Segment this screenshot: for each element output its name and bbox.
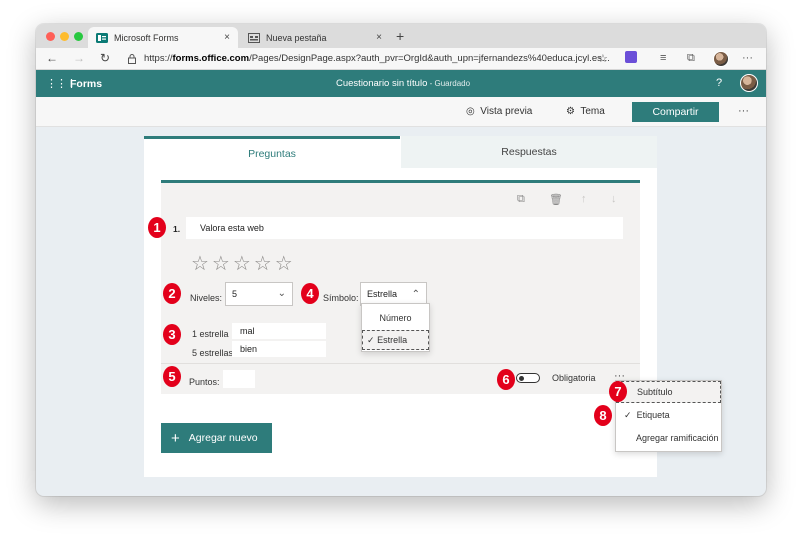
required-toggle[interactable] (516, 373, 540, 383)
rating-stars-preview: ☆☆☆☆☆ (191, 253, 296, 275)
question-options-menu: Subtítulo ✓ Etiqueta Agregar ramificació… (615, 380, 722, 452)
url-prefix: https:// (144, 53, 173, 64)
new-tab-button[interactable]: + (396, 28, 404, 44)
question-title-input[interactable]: Valora esta web (186, 217, 623, 239)
user-avatar[interactable] (740, 74, 758, 92)
annotation-badge-1: 1 (148, 217, 166, 238)
save-status: - Guardado (427, 79, 471, 88)
annotation-badge-4: 4 (301, 283, 319, 304)
copy-question-icon[interactable]: ⧉ (517, 193, 525, 206)
points-input[interactable] (223, 370, 255, 388)
chevron-up-icon: ⌃ (411, 289, 420, 300)
plus-icon: + (171, 429, 180, 447)
refresh-icon[interactable]: ↻ (100, 51, 110, 65)
menu-item-text: Etiqueta (636, 410, 670, 420)
extension-icon[interactable] (625, 51, 637, 63)
chevron-down-icon: ⌄ (277, 288, 286, 299)
symbol-option-star[interactable]: ✓ Estrella (362, 330, 429, 350)
check-icon: ✓ (624, 409, 632, 420)
browser-tab-bar: Microsoft Forms × Nueva pestaña × + (36, 24, 766, 48)
check-icon: ✓ (367, 334, 375, 345)
low-end-label: 1 estrella (192, 329, 229, 339)
levels-label: Niveles: (190, 293, 223, 303)
option-label: Estrella (377, 335, 408, 345)
toggle-knob (519, 375, 524, 381)
high-end-input[interactable]: bien (232, 341, 326, 357)
preview-button[interactable]: ◎ Vista previa (466, 106, 532, 117)
browser-profile-avatar[interactable] (713, 51, 729, 67)
share-button[interactable]: Compartir (632, 102, 719, 122)
tab-title: Microsoft Forms (114, 32, 179, 43)
points-label: Puntos: (189, 377, 220, 387)
tab-responses[interactable]: Respuestas (401, 136, 657, 168)
url-path: /Pages/DesignPage.aspx?auth_pvr=OrgId&au… (249, 53, 610, 64)
theme-label: Tema (580, 106, 605, 117)
symbol-value: Estrella (367, 289, 398, 299)
app-brand[interactable]: Forms (70, 78, 102, 90)
preview-label: Vista previa (480, 106, 533, 117)
question-card: ⧉ 🗑 ↑ ↓ 1. Valora esta web ☆☆☆☆☆ Niveles… (161, 180, 640, 394)
more-options-icon[interactable]: ··· (738, 105, 749, 117)
address-bar: ← → ↻ https://forms.office.com/Pages/Des… (36, 48, 766, 70)
low-end-input[interactable]: mal (232, 323, 326, 339)
zoom-window-button[interactable] (74, 32, 83, 41)
help-button[interactable]: ? (716, 77, 722, 89)
back-icon[interactable]: ← (46, 51, 58, 65)
favorite-star-icon[interactable]: ☆ (598, 52, 608, 65)
tab-questions[interactable]: Preguntas (144, 136, 400, 168)
command-bar: ◎ Vista previa ⚙ Tema Compartir ··· (36, 97, 766, 127)
question-number: 1. (173, 224, 181, 234)
forms-logo-icon (96, 32, 108, 43)
close-tab-icon[interactable]: × (224, 32, 230, 43)
add-new-question-button[interactable]: + Agregar nuevo (161, 423, 272, 453)
levels-select[interactable]: 5 ⌄ (225, 282, 293, 306)
browser-tab-forms[interactable]: Microsoft Forms × (88, 27, 238, 48)
form-editor-panel: Preguntas Respuestas ⧉ 🗑 ↑ ↓ 1. Valora e… (144, 136, 657, 477)
favorites-list-icon[interactable]: ≡ (660, 52, 666, 64)
theme-button[interactable]: ⚙ Tema (566, 106, 605, 117)
form-title: Cuestionario sin título - Guardado (336, 78, 470, 89)
menu-item-add-branching[interactable]: Agregar ramificación (616, 428, 721, 448)
forward-icon[interactable]: → (73, 51, 85, 65)
eye-icon: ◎ (466, 106, 475, 117)
delete-question-icon[interactable]: 🗑 (549, 193, 563, 206)
symbol-option-number[interactable]: Número (362, 308, 429, 328)
browser-tab-new[interactable]: Nueva pestaña × (240, 27, 390, 48)
menu-item-subtitle[interactable]: Subtítulo (616, 381, 721, 403)
url-field[interactable]: https://forms.office.com/Pages/DesignPag… (144, 53, 610, 64)
levels-value: 5 (232, 289, 238, 299)
question-footer: Puntos: Obligatoria ··· (161, 363, 640, 397)
annotation-badge-2: 2 (163, 283, 181, 304)
high-end-label: 5 estrellas (192, 348, 234, 358)
browser-window: Microsoft Forms × Nueva pestaña × + ← → … (36, 24, 766, 496)
symbol-label: Símbolo: (323, 293, 359, 303)
collections-icon[interactable]: ⧉ (687, 52, 695, 65)
menu-item-label[interactable]: ✓ Etiqueta (616, 405, 721, 425)
new-tab-page-icon (248, 32, 260, 43)
form-title-text: Cuestionario sin título (336, 78, 428, 89)
close-window-button[interactable] (46, 32, 55, 41)
annotation-badge-3: 3 (163, 324, 181, 345)
annotation-badge-8: 8 (594, 405, 612, 426)
annotation-badge-5: 5 (163, 366, 181, 387)
tab-title: Nueva pestaña (266, 32, 327, 43)
lock-icon (128, 54, 136, 64)
close-tab-icon[interactable]: × (376, 32, 382, 43)
move-down-icon[interactable]: ↓ (611, 193, 617, 205)
palette-icon: ⚙ (566, 106, 575, 117)
forms-header: ⋮⋮⋮ Forms Cuestionario sin título - Guar… (36, 70, 766, 97)
browser-menu-icon[interactable]: ··· (742, 52, 753, 64)
move-up-icon[interactable]: ↑ (581, 193, 587, 205)
annotation-badge-6: 6 (497, 369, 515, 390)
required-label: Obligatoria (552, 373, 596, 383)
minimize-window-button[interactable] (60, 32, 69, 41)
annotation-badge-7: 7 (609, 381, 627, 402)
url-host: forms.office.com (172, 53, 250, 64)
symbol-dropdown: Número ✓ Estrella (361, 303, 430, 352)
add-new-label: Agregar nuevo (188, 432, 258, 444)
